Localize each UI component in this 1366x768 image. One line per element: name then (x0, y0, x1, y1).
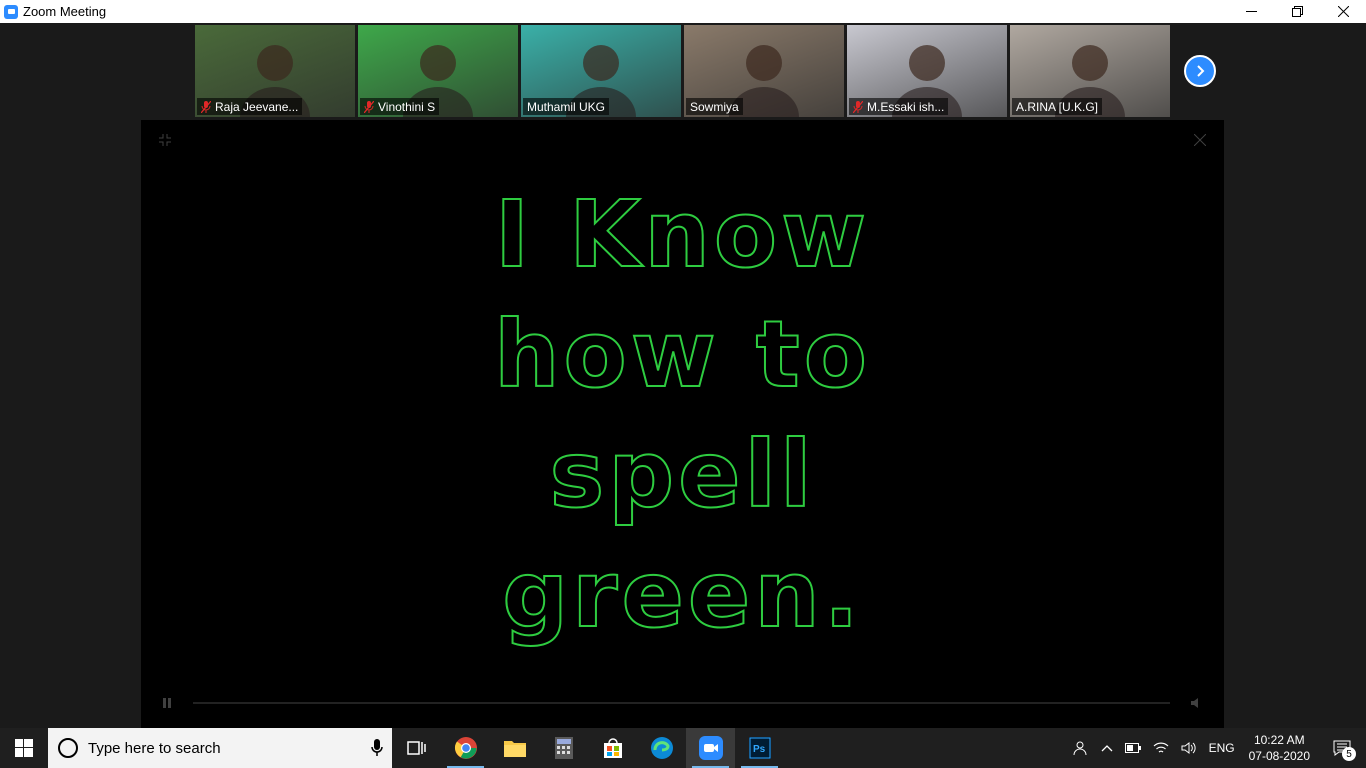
close-icon (1337, 6, 1349, 17)
taskbar-edge[interactable] (637, 728, 686, 768)
participant-name-bar: Vinothini S (360, 98, 440, 115)
slide-line-3: spell (548, 420, 816, 529)
notification-count-badge: 5 (1342, 747, 1356, 761)
slide-line-4: green. (501, 540, 863, 649)
participant-gallery: Raja Jeevane... Vinothini S Muthamil UKG So… (195, 25, 1170, 117)
store-icon (603, 738, 622, 758)
participant-name: Vinothini S (378, 99, 436, 114)
speaker-icon (1181, 742, 1196, 754)
participant-name-bar: M.Essaki ish... (849, 98, 949, 115)
video-player-controls (161, 696, 1204, 710)
meeting-area: Raja Jeevane... Vinothini S Muthamil UKG So… (0, 23, 1366, 728)
taskbar-store[interactable] (588, 728, 637, 768)
chevron-up-icon (1101, 745, 1113, 752)
participant-tile[interactable]: Muthamil UKG (521, 25, 681, 117)
minimize-button[interactable] (1228, 0, 1274, 23)
collapse-icon[interactable] (159, 134, 171, 146)
participant-name-bar: Muthamil UKG (523, 98, 610, 115)
participant-name-bar: A.RINA [U.K.G] (1012, 98, 1103, 115)
action-center-button[interactable]: 5 (1318, 728, 1366, 768)
chrome-icon (454, 737, 477, 759)
taskbar-chrome[interactable] (441, 728, 490, 768)
restore-button[interactable] (1274, 0, 1320, 23)
microphone-icon[interactable] (362, 739, 392, 757)
volume-icon[interactable] (1190, 697, 1204, 709)
svg-text:Ps: Ps (753, 744, 766, 755)
title-bar: Zoom Meeting (0, 0, 1366, 23)
folder-icon (503, 741, 526, 757)
window-controls (1228, 0, 1366, 23)
chevron-right-icon (1197, 65, 1205, 77)
participant-name: Sowmiya (690, 99, 739, 114)
show-hidden-icons-button[interactable] (1095, 728, 1119, 768)
participant-name-bar: Raja Jeevane... (197, 98, 303, 115)
search-placeholder: Type here to search (88, 739, 221, 757)
volume-control[interactable] (1175, 728, 1203, 768)
pause-icon[interactable] (161, 697, 173, 709)
windows-logo-icon (15, 739, 33, 757)
cortana-icon (58, 738, 78, 758)
participant-tile[interactable]: Sowmiya (684, 25, 844, 117)
input-language[interactable]: ENG (1203, 728, 1241, 768)
clock[interactable]: 10:22 AM 07-08-2020 (1241, 728, 1318, 768)
system-tray: ENG 10:22 AM 07-08-2020 5 (1067, 728, 1366, 768)
start-button[interactable] (0, 728, 48, 768)
participant-tile[interactable]: Raja Jeevane... (195, 25, 355, 117)
wifi-icon (1153, 742, 1169, 753)
taskbar-calculator[interactable] (539, 728, 588, 768)
edge-icon (650, 737, 673, 759)
slide-line-2: how to (493, 300, 871, 409)
task-view-button[interactable] (392, 728, 441, 768)
expand-icon[interactable] (1194, 134, 1206, 146)
video-progress-track[interactable] (193, 702, 1170, 704)
participant-name: M.Essaki ish... (867, 99, 945, 114)
people-icon (1073, 741, 1087, 756)
taskbar-search[interactable]: Type here to search (48, 728, 392, 768)
window-title: Zoom Meeting (23, 4, 107, 19)
restore-icon (1291, 6, 1303, 17)
close-button[interactable] (1320, 0, 1366, 23)
shared-screen: I Know how to spell green. (141, 120, 1224, 728)
participant-tile[interactable]: M.Essaki ish... (847, 25, 1007, 117)
muted-mic-icon (364, 100, 374, 113)
task-view-icon (406, 741, 426, 755)
windows-taskbar: Type here to search Ps ENG 10:22 AM 07-0… (0, 728, 1366, 768)
battery-status[interactable] (1119, 728, 1147, 768)
photoshop-icon: Ps (748, 737, 771, 759)
slide-line-1: I Know (494, 180, 871, 289)
next-page-button[interactable] (1184, 55, 1216, 87)
minimize-icon (1245, 11, 1257, 12)
zoom-icon (698, 736, 723, 760)
clock-date: 07-08-2020 (1248, 749, 1310, 763)
taskbar-zoom[interactable] (686, 728, 735, 768)
muted-mic-icon (201, 100, 211, 113)
clock-time: 10:22 AM (1253, 733, 1305, 747)
calculator-icon (554, 737, 573, 759)
slide-content: I Know how to spell green. (141, 175, 1224, 655)
participant-name-bar: Sowmiya (686, 98, 743, 115)
taskbar-photoshop[interactable]: Ps (735, 728, 784, 768)
participant-name: Raja Jeevane... (215, 99, 299, 114)
participant-tile[interactable]: Vinothini S (358, 25, 518, 117)
people-button[interactable] (1067, 728, 1095, 768)
battery-icon (1124, 743, 1141, 753)
participant-name: A.RINA [U.K.G] (1016, 99, 1099, 114)
participant-name: Muthamil UKG (527, 99, 606, 114)
zoom-app-icon (4, 4, 18, 19)
participant-tile[interactable]: A.RINA [U.K.G] (1010, 25, 1170, 117)
taskbar-file-explorer[interactable] (490, 728, 539, 768)
muted-mic-icon (853, 100, 863, 113)
network-status[interactable] (1147, 728, 1175, 768)
